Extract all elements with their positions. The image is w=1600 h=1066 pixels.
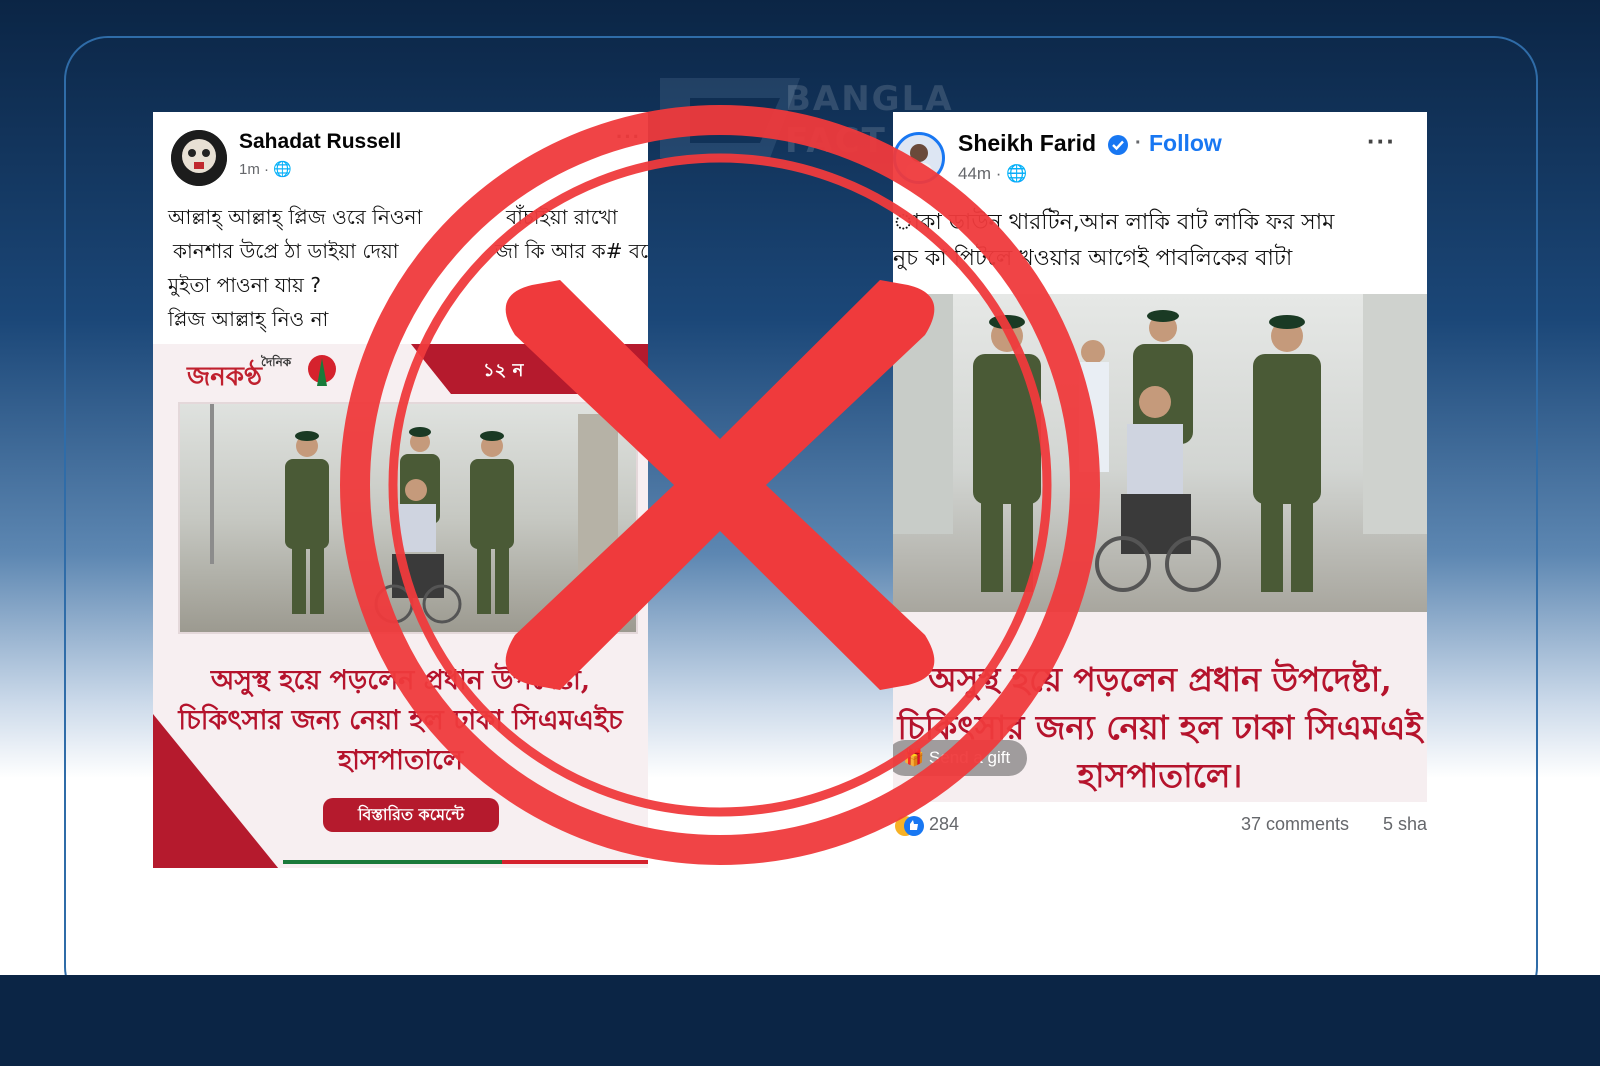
right-more-options-icon[interactable]: ···: [1367, 126, 1396, 157]
details-in-comments-button[interactable]: বিস্তারিত কমেন্টে: [323, 798, 499, 832]
left-footer-stripe: [283, 860, 648, 864]
date-badge: ১২ ন: [483, 360, 524, 381]
right-post-card: Sheikh Farid · Follow 44m · 🌐 ··· াকা ডা…: [893, 112, 1427, 862]
right-post-line-1: াকা ডাউন থারটিন,আন লাকি বাট লাকি ফর সাম: [893, 210, 1335, 235]
watermark-text-1: BANGLA: [785, 79, 954, 119]
left-news-graphic[interactable]: দৈনিক জনকণ্ঠ ১২ ন অসুস্থ হয়ে পড়লেন প্র…: [153, 344, 648, 868]
send-gift-button[interactable]: 🎁 Send a gift: [893, 740, 1027, 776]
newspaper-logo-icon: [308, 355, 336, 386]
newspaper-logo: জনকণ্ঠ: [187, 362, 262, 392]
left-corner-decoration: [153, 714, 279, 868]
left-post-line-2b: জা কি আর ক# বরে: [495, 239, 648, 263]
follow-separator: ·: [1135, 132, 1142, 154]
follow-button[interactable]: Follow: [1149, 130, 1222, 157]
globe-icon: 🌐: [1006, 164, 1028, 183]
right-photo[interactable]: [893, 294, 1427, 612]
left-post-line-3: মুইতা পাওনা যায় ?: [168, 273, 321, 297]
date-banner-shape: [411, 344, 648, 394]
verified-badge-icon: [1108, 135, 1128, 155]
left-post-time: 1m · 🌐: [239, 161, 292, 178]
right-post-line-2: নুচ কা পিটলে খওয়ার আগেই পাবলিকের বাটা: [893, 246, 1293, 271]
gift-icon: 🎁: [903, 748, 925, 767]
left-time-text[interactable]: 1m: [239, 161, 260, 178]
left-post-line-1b: বাঁচাইয়া রাখো: [506, 205, 618, 229]
newspaper-small-label: দৈনিক: [261, 355, 292, 369]
globe-icon: 🌐: [273, 161, 292, 178]
send-gift-label: Send a gift: [928, 748, 1011, 767]
comment-count[interactable]: 37 comments: [1241, 814, 1349, 835]
right-author-name[interactable]: Sheikh Farid: [958, 130, 1096, 157]
left-post-card: Sahadat Russell 1m · 🌐 ··· আল্লাহ্ আল্লা…: [153, 112, 648, 868]
right-time-text[interactable]: 44m: [958, 164, 991, 183]
left-post-line-2a: কানশার উপ্রে ঠা ডাইয়া দেয়া: [173, 239, 399, 263]
reaction-count[interactable]: 284: [929, 814, 959, 835]
bottom-band: [0, 975, 1600, 1066]
left-avatar[interactable]: [171, 130, 227, 186]
left-post-line-1a: আল্লাহ্ আল্লাহ্ প্লিজ ওরে নিওনা: [168, 205, 423, 229]
left-post-line-4: প্লিজ আল্লাহ্ নিও না: [168, 307, 329, 331]
right-avatar[interactable]: [893, 132, 945, 184]
share-count[interactable]: 5 sha: [1383, 814, 1427, 835]
like-reaction-icon: [895, 816, 924, 836]
right-post-time: 44m · 🌐: [958, 164, 1028, 183]
left-author-name[interactable]: Sahadat Russell: [239, 130, 401, 154]
left-photo: [178, 402, 638, 634]
left-headline-1: অসুস্থ হয়ে পড়লেন প্রধান উপদেষ্টা,: [210, 665, 591, 696]
watermark-text-2: FACT: [785, 121, 887, 161]
left-more-options-icon[interactable]: ···: [616, 124, 641, 150]
